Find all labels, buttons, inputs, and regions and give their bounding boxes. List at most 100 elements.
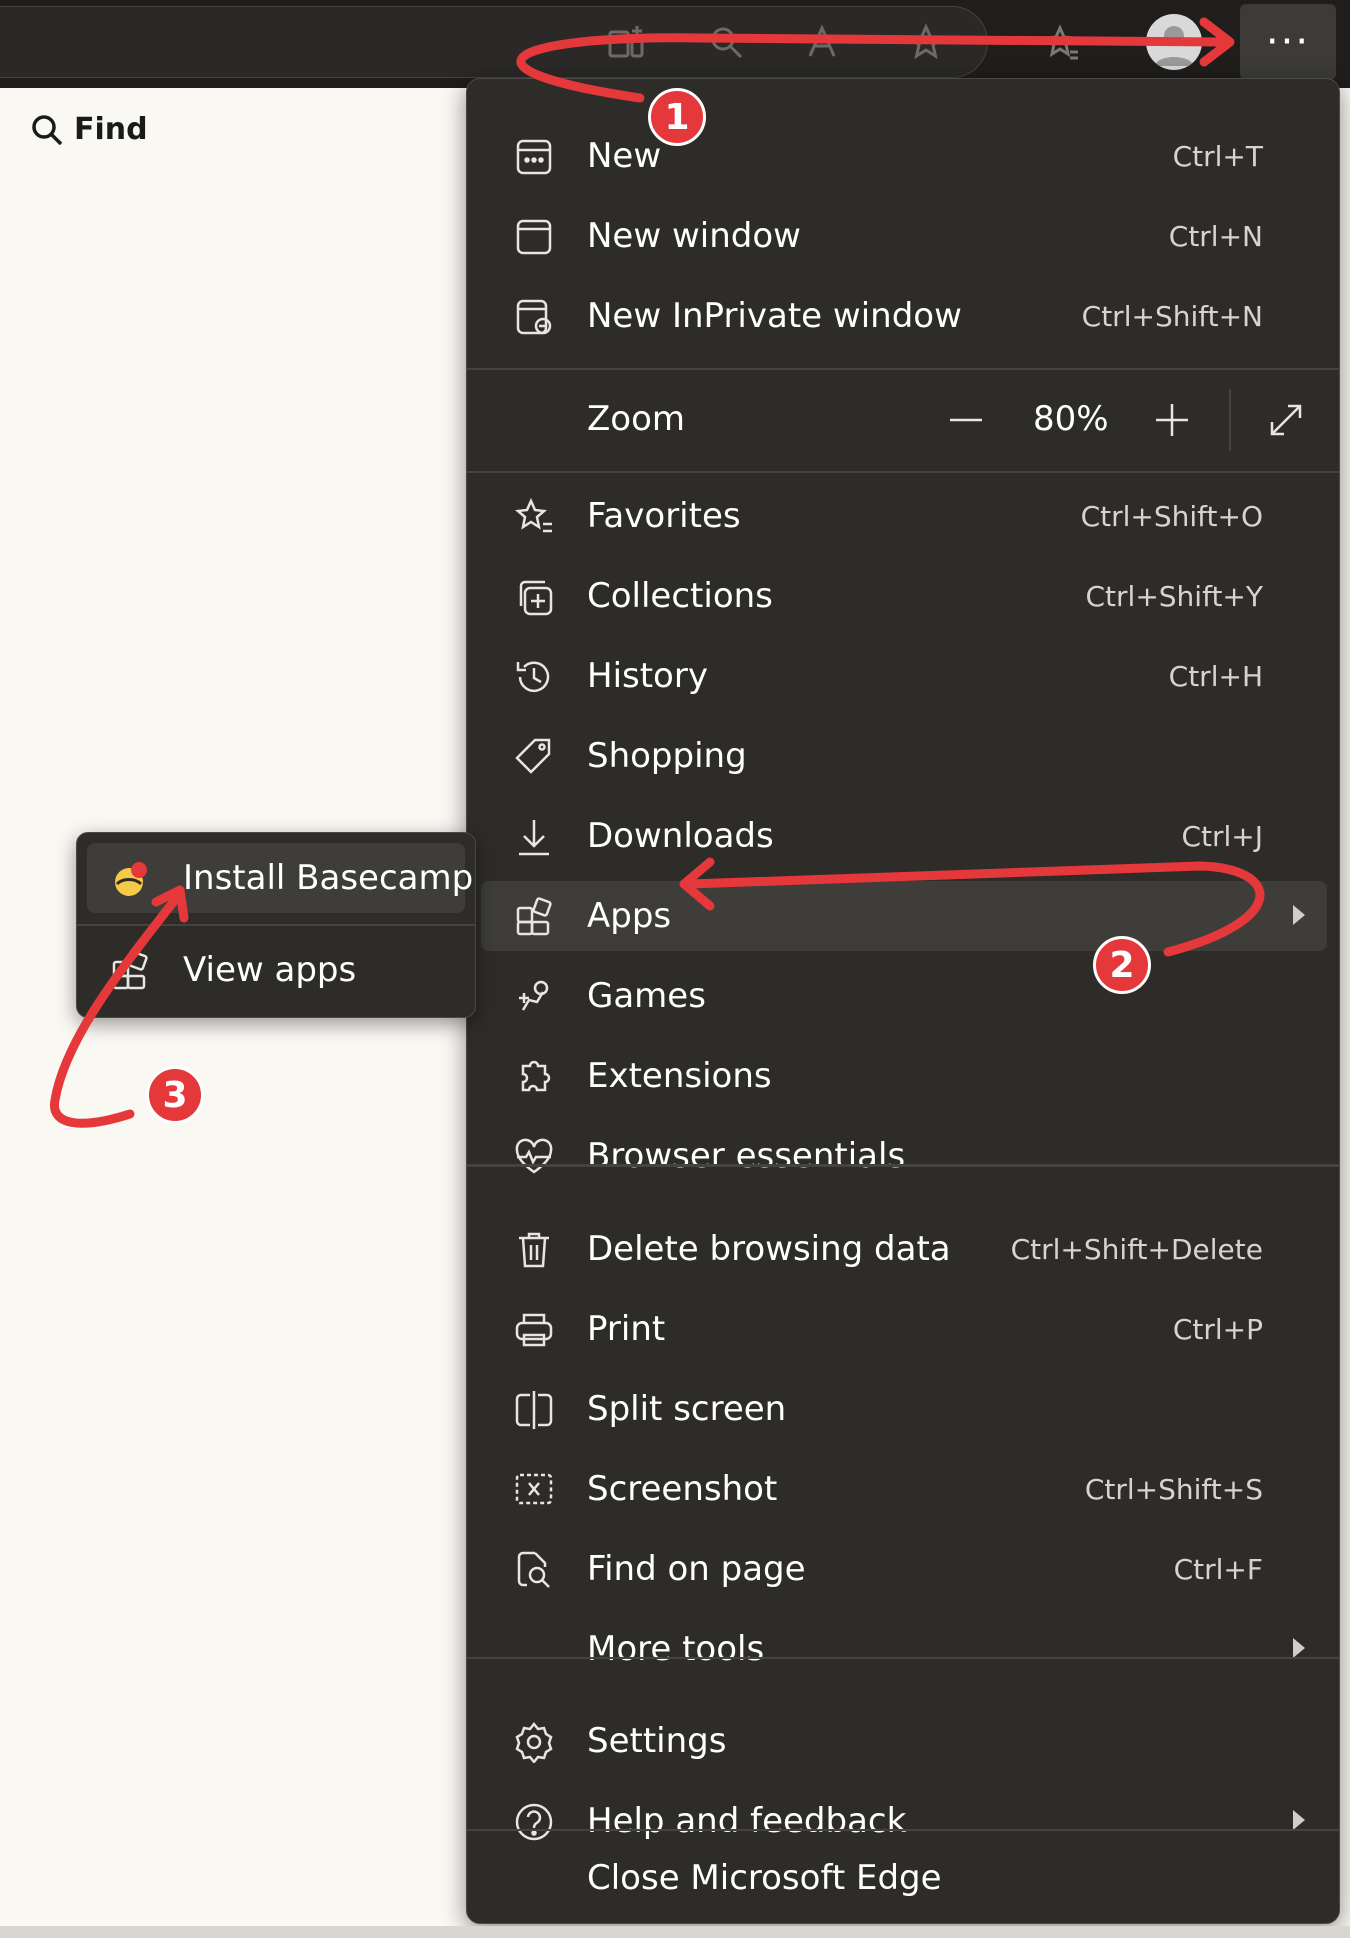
menu-item-shortcut: Ctrl+T bbox=[1172, 139, 1263, 173]
menu-item-label: Settings bbox=[587, 1721, 727, 1761]
menu-item-shortcut: Ctrl+Shift+Y bbox=[1085, 579, 1264, 613]
apps-icon bbox=[109, 950, 151, 992]
profile-avatar[interactable] bbox=[1146, 14, 1202, 70]
new-window-icon bbox=[513, 216, 555, 258]
menu-item-close-edge[interactable]: Close Microsoft Edge bbox=[481, 1843, 1327, 1913]
install-basecamp-label: Install Basecamp bbox=[183, 858, 474, 898]
menu-item-label: Screenshot bbox=[587, 1469, 778, 1509]
basecamp-app-icon bbox=[109, 858, 151, 900]
history-icon bbox=[513, 656, 555, 698]
menu-item-shortcut: Ctrl+H bbox=[1168, 659, 1263, 693]
zoom-in-button[interactable] bbox=[1147, 395, 1197, 445]
install-basecamp-item[interactable]: Install Basecamp bbox=[87, 843, 473, 913]
heart-pulse-icon bbox=[513, 1136, 555, 1178]
printer-icon bbox=[513, 1309, 555, 1351]
menu-item-split-screen[interactable]: Split screen bbox=[481, 1374, 1327, 1444]
zoom-value: 80% bbox=[1033, 399, 1109, 439]
search-icon bbox=[32, 114, 63, 145]
menu-item-label: Print bbox=[587, 1309, 666, 1349]
trash-icon bbox=[513, 1229, 555, 1271]
find-button[interactable]: Find bbox=[30, 112, 148, 147]
apps-icon bbox=[513, 896, 555, 938]
read-aloud-icon[interactable] bbox=[798, 18, 846, 66]
menu-separator bbox=[467, 1165, 1339, 1167]
menu-item-label: More tools bbox=[587, 1629, 765, 1669]
zoom-label: Zoom bbox=[587, 399, 686, 439]
menu-item-apps[interactable]: Apps bbox=[481, 881, 1327, 951]
gear-icon bbox=[513, 1721, 555, 1765]
menu-separator bbox=[467, 471, 1339, 473]
extensions-puzzle-icon bbox=[513, 1056, 555, 1098]
menu-item-new-window[interactable]: New window Ctrl+N bbox=[481, 201, 1327, 271]
step-1-badge: 1 bbox=[648, 88, 706, 146]
menu-item-more-tools[interactable]: More tools bbox=[481, 1614, 1327, 1684]
split-screen-icon bbox=[513, 1389, 555, 1431]
menu-item-label: Shopping bbox=[587, 736, 747, 776]
submenu-arrow-icon bbox=[1293, 905, 1305, 925]
zoom-row: Zoom 80% bbox=[481, 381, 1327, 459]
view-apps-label: View apps bbox=[183, 950, 357, 990]
favorites-icon bbox=[513, 496, 555, 538]
fullscreen-button[interactable] bbox=[1261, 395, 1311, 445]
download-icon bbox=[513, 816, 555, 858]
inprivate-icon bbox=[513, 296, 555, 338]
games-icon bbox=[513, 976, 555, 1018]
menu-item-label: Collections bbox=[587, 576, 773, 616]
menu-item-favorites[interactable]: Favorites Ctrl+Shift+O bbox=[481, 481, 1327, 551]
menu-item-shortcut: Ctrl+Shift+O bbox=[1080, 499, 1263, 533]
settings-and-more-button[interactable]: ··· bbox=[1240, 4, 1336, 80]
menu-item-label: Extensions bbox=[587, 1056, 772, 1096]
menu-item-collections[interactable]: Collections Ctrl+Shift+Y bbox=[481, 561, 1327, 631]
find-label: Find bbox=[74, 112, 148, 147]
menu-item-label: History bbox=[587, 656, 708, 696]
menu-item-label: Apps bbox=[587, 896, 672, 936]
menu-item-screenshot[interactable]: Screenshot Ctrl+Shift+S bbox=[481, 1454, 1327, 1524]
split-screen-icon[interactable] bbox=[602, 18, 650, 66]
menu-item-label: Favorites bbox=[587, 496, 741, 536]
submenu-arrow-icon bbox=[1293, 1810, 1305, 1830]
menu-item-find-on-page[interactable]: Find on page Ctrl+F bbox=[481, 1534, 1327, 1604]
menu-item-shortcut: Ctrl+P bbox=[1172, 1312, 1263, 1346]
menu-item-new-tab[interactable]: New Ctrl+T bbox=[481, 121, 1327, 191]
view-apps-item[interactable]: View apps bbox=[87, 935, 465, 1005]
menu-item-browser-essentials[interactable]: Browser essentials bbox=[481, 1121, 1327, 1191]
menu-item-shopping[interactable]: Shopping bbox=[481, 721, 1327, 791]
zoom-divider bbox=[1229, 389, 1231, 451]
step-2-badge: 2 bbox=[1093, 936, 1151, 994]
menu-item-label: Games bbox=[587, 976, 706, 1016]
menu-item-history[interactable]: History Ctrl+H bbox=[481, 641, 1327, 711]
new-tab-icon bbox=[513, 136, 555, 178]
menu-item-new-inprivate-window[interactable]: New InPrivate window Ctrl+Shift+N bbox=[481, 281, 1327, 351]
menu-item-label: New window bbox=[587, 216, 801, 256]
zoom-out-button[interactable] bbox=[941, 395, 991, 445]
menu-separator bbox=[467, 1829, 1339, 1831]
favorites-icon[interactable] bbox=[1038, 18, 1086, 66]
menu-item-label: Help and feedback bbox=[587, 1801, 907, 1841]
menu-item-shortcut: Ctrl+Shift+Delete bbox=[1010, 1232, 1263, 1266]
menu-item-delete-browsing-data[interactable]: Delete browsing data Ctrl+Shift+Delete bbox=[481, 1214, 1327, 1284]
step-3-badge: 3 bbox=[146, 1066, 204, 1124]
menu-item-label: Split screen bbox=[587, 1389, 787, 1429]
menu-item-settings[interactable]: Settings bbox=[481, 1706, 1327, 1776]
favorite-star-icon[interactable] bbox=[902, 18, 950, 66]
menu-item-shortcut: Ctrl+Shift+N bbox=[1081, 299, 1263, 333]
menu-item-label: Find on page bbox=[587, 1549, 806, 1589]
menu-item-print[interactable]: Print Ctrl+P bbox=[481, 1294, 1327, 1364]
shopping-tag-icon bbox=[513, 736, 555, 778]
menu-item-shortcut: Ctrl+F bbox=[1173, 1552, 1263, 1586]
settings-menu: New Ctrl+T New window Ctrl+N New InPriva… bbox=[466, 78, 1340, 1924]
help-icon bbox=[513, 1801, 555, 1843]
menu-item-downloads[interactable]: Downloads Ctrl+J bbox=[481, 801, 1327, 871]
menu-separator bbox=[467, 368, 1339, 370]
menu-item-games[interactable]: Games bbox=[481, 961, 1327, 1031]
submenu-separator bbox=[77, 924, 475, 926]
menu-item-extensions[interactable]: Extensions bbox=[481, 1041, 1327, 1111]
menu-item-label: New bbox=[587, 136, 662, 176]
search-icon[interactable] bbox=[702, 18, 750, 66]
menu-item-label: Browser essentials bbox=[587, 1136, 906, 1176]
submenu-arrow-icon bbox=[1293, 1638, 1305, 1658]
menu-item-label: Downloads bbox=[587, 816, 774, 856]
menu-item-label: Delete browsing data bbox=[587, 1229, 951, 1269]
menu-item-shortcut: Ctrl+N bbox=[1168, 219, 1263, 253]
browser-toolbar: ··· bbox=[0, 0, 1350, 88]
